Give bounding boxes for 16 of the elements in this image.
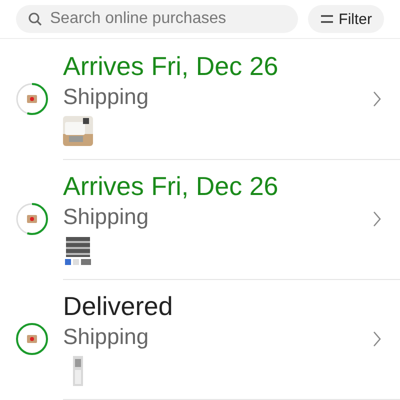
order-subtitle: Shipping bbox=[63, 323, 149, 351]
order-row[interactable]: Arrives Fri, Dec 26 Shipping bbox=[63, 158, 400, 280]
search-icon bbox=[28, 12, 42, 26]
chevron-icon bbox=[372, 330, 382, 348]
order-status: Arrives Fri, Dec 26 bbox=[63, 51, 278, 82]
order-row[interactable]: Arrives Fri, Dec 26 Shipping bbox=[63, 38, 400, 160]
order-subtitle: Shipping bbox=[63, 83, 149, 111]
order-status: Arrives Fri, Dec 26 bbox=[63, 171, 278, 202]
order-subtitle: Shipping bbox=[63, 203, 149, 231]
order-row[interactable]: Delivered Shipping bbox=[63, 278, 400, 400]
chevron-icon bbox=[372, 210, 382, 228]
filter-button[interactable]: Filter bbox=[308, 5, 384, 33]
chevron-icon bbox=[372, 90, 382, 108]
order-status: Delivered bbox=[63, 291, 173, 322]
search-field[interactable]: Search online purchases bbox=[16, 5, 298, 33]
filter-icon bbox=[320, 13, 334, 25]
